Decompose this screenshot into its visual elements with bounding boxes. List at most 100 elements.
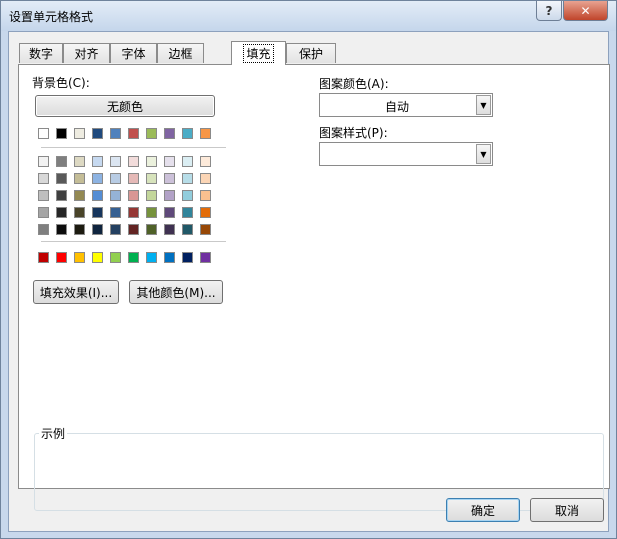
tint-color-swatch[interactable]: [182, 173, 193, 184]
pattern-style-label: 图案样式(P):: [319, 126, 388, 140]
tint-color-swatch[interactable]: [110, 207, 121, 218]
tint-color-swatch[interactable]: [110, 190, 121, 201]
standard-color-swatch[interactable]: [164, 252, 175, 263]
tint-color-swatch[interactable]: [38, 190, 49, 201]
tint-color-swatch[interactable]: [92, 173, 103, 184]
tint-color-swatch[interactable]: [92, 190, 103, 201]
tint-color-swatch[interactable]: [146, 224, 157, 235]
standard-color-swatch[interactable]: [92, 252, 103, 263]
tint-color-swatch[interactable]: [146, 173, 157, 184]
tint-color-swatch[interactable]: [164, 224, 175, 235]
tint-color-swatch[interactable]: [56, 224, 67, 235]
palette-divider: [41, 241, 226, 242]
tint-color-swatch[interactable]: [164, 190, 175, 201]
tint-color-swatch[interactable]: [128, 207, 139, 218]
tab-label: 数字: [28, 47, 53, 61]
title-bar[interactable]: 设置单元格格式 ? ✕: [1, 1, 616, 31]
tab-label: 边框: [168, 47, 193, 61]
chevron-down-icon[interactable]: ▼: [476, 95, 491, 115]
tint-color-swatch[interactable]: [56, 156, 67, 167]
theme-color-swatch[interactable]: [146, 128, 157, 139]
tint-color-swatch[interactable]: [128, 224, 139, 235]
ok-button[interactable]: 确定: [446, 498, 520, 522]
tab-fill[interactable]: 填充: [231, 41, 286, 65]
chevron-down-icon[interactable]: ▼: [476, 144, 491, 164]
tint-color-swatch[interactable]: [74, 173, 85, 184]
theme-color-swatch[interactable]: [164, 128, 175, 139]
tint-color-swatch[interactable]: [110, 173, 121, 184]
tint-color-swatch[interactable]: [200, 207, 211, 218]
tint-color-swatch[interactable]: [56, 173, 67, 184]
theme-color-swatch[interactable]: [56, 128, 67, 139]
dialog-title: 设置单元格格式: [9, 10, 94, 24]
theme-color-swatch[interactable]: [182, 128, 193, 139]
help-button[interactable]: ?: [536, 1, 562, 21]
dialog-body: 数字 对齐 字体 边框 填充 保护 背景色(C): 无颜色 填充效果(I)...…: [8, 31, 610, 532]
tint-color-swatch[interactable]: [74, 207, 85, 218]
tint-color-swatch[interactable]: [92, 156, 103, 167]
theme-color-swatch[interactable]: [92, 128, 103, 139]
tint-color-swatch[interactable]: [92, 207, 103, 218]
tint-color-swatch[interactable]: [164, 156, 175, 167]
tab-number[interactable]: 数字: [19, 43, 63, 63]
fill-effects-label: 填充效果(I)...: [39, 285, 113, 300]
sample-label: 示例: [39, 425, 68, 442]
tint-color-swatch[interactable]: [164, 207, 175, 218]
background-color-label: 背景色(C):: [32, 76, 90, 90]
standard-color-swatch[interactable]: [38, 252, 49, 263]
pattern-style-dropdown[interactable]: ▼: [319, 142, 493, 166]
tint-color-swatch[interactable]: [182, 190, 193, 201]
tint-color-swatch[interactable]: [56, 207, 67, 218]
close-button[interactable]: ✕: [563, 1, 608, 21]
theme-color-swatch[interactable]: [200, 128, 211, 139]
tint-color-swatch[interactable]: [200, 224, 211, 235]
tint-color-swatch[interactable]: [164, 173, 175, 184]
standard-color-swatch[interactable]: [128, 252, 139, 263]
tint-color-swatch[interactable]: [146, 207, 157, 218]
tint-color-swatch[interactable]: [200, 173, 211, 184]
tint-color-swatch[interactable]: [110, 156, 121, 167]
tint-color-swatch[interactable]: [200, 190, 211, 201]
pattern-color-value: 自动: [384, 100, 409, 114]
tint-color-swatch[interactable]: [74, 224, 85, 235]
tab-alignment[interactable]: 对齐: [63, 43, 110, 63]
standard-color-swatch[interactable]: [146, 252, 157, 263]
standard-color-swatch[interactable]: [182, 252, 193, 263]
fill-effects-button[interactable]: 填充效果(I)...: [33, 280, 119, 304]
standard-color-swatch[interactable]: [110, 252, 121, 263]
theme-color-swatch[interactable]: [128, 128, 139, 139]
no-color-button[interactable]: 无颜色: [35, 95, 215, 117]
tint-color-swatch[interactable]: [200, 156, 211, 167]
tint-color-swatch[interactable]: [38, 207, 49, 218]
tab-font[interactable]: 字体: [110, 43, 157, 63]
tint-color-swatch[interactable]: [38, 156, 49, 167]
tint-color-swatch[interactable]: [74, 156, 85, 167]
theme-color-swatch[interactable]: [74, 128, 85, 139]
theme-color-swatch[interactable]: [38, 128, 49, 139]
tint-color-swatch[interactable]: [92, 224, 103, 235]
tab-border[interactable]: 边框: [157, 43, 204, 63]
tint-color-swatch[interactable]: [128, 190, 139, 201]
standard-color-swatch[interactable]: [56, 252, 67, 263]
tab-protection[interactable]: 保护: [286, 43, 336, 63]
tint-color-swatch[interactable]: [56, 190, 67, 201]
tint-color-swatch[interactable]: [146, 156, 157, 167]
tint-color-swatch[interactable]: [146, 190, 157, 201]
pattern-color-dropdown[interactable]: 自动 ▼: [319, 93, 493, 117]
theme-color-swatch[interactable]: [110, 128, 121, 139]
tint-color-swatch[interactable]: [128, 173, 139, 184]
tint-color-swatch[interactable]: [182, 224, 193, 235]
tint-color-swatch[interactable]: [182, 207, 193, 218]
tab-label: 保护: [298, 47, 323, 61]
standard-color-swatch[interactable]: [200, 252, 211, 263]
tint-color-swatch[interactable]: [182, 156, 193, 167]
tint-color-swatch[interactable]: [38, 224, 49, 235]
tint-color-swatch[interactable]: [110, 224, 121, 235]
tint-color-swatch[interactable]: [128, 156, 139, 167]
cancel-button[interactable]: 取消: [530, 498, 604, 522]
cancel-label: 取消: [554, 503, 579, 518]
tint-color-swatch[interactable]: [74, 190, 85, 201]
standard-color-swatch[interactable]: [74, 252, 85, 263]
more-colors-button[interactable]: 其他颜色(M)...: [129, 280, 223, 304]
tint-color-swatch[interactable]: [38, 173, 49, 184]
